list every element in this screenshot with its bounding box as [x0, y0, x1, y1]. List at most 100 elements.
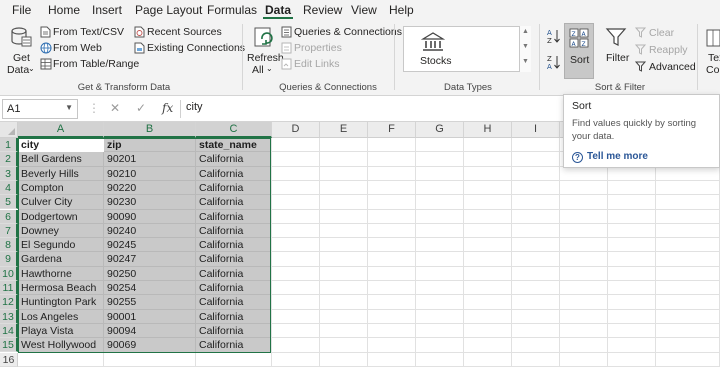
- data-cell[interactable]: Hermosa Beach: [21, 281, 96, 295]
- data-cell[interactable]: California: [199, 310, 243, 324]
- data-cell[interactable]: 90255: [107, 295, 136, 309]
- data-cell[interactable]: 90245: [107, 238, 136, 252]
- sort-button[interactable]: Z A A Z Sort: [564, 23, 594, 79]
- row-header[interactable]: 11: [0, 281, 18, 296]
- tab-home[interactable]: Home: [48, 3, 80, 17]
- data-cell[interactable]: California: [199, 252, 243, 266]
- chevron-down-icon[interactable]: ▼: [65, 103, 73, 112]
- data-cell[interactable]: Dodgertown: [21, 210, 78, 224]
- data-cell[interactable]: California: [199, 195, 243, 209]
- data-cell[interactable]: 90250: [107, 267, 136, 281]
- insert-function-icon[interactable]: fx: [162, 101, 173, 115]
- gridline: [607, 138, 608, 367]
- data-cell[interactable]: Hawthorne: [21, 267, 72, 281]
- text-to-columns-icon: [706, 29, 720, 47]
- data-cell[interactable]: California: [199, 210, 243, 224]
- data-cell[interactable]: West Hollywood: [21, 338, 96, 352]
- name-box[interactable]: A1 ▼: [2, 99, 78, 119]
- row-header[interactable]: 15: [0, 338, 18, 353]
- row-header[interactable]: 13: [0, 309, 18, 324]
- row-header[interactable]: 6: [0, 209, 18, 224]
- gallery-scroll[interactable]: ▲ ▼ ▼: [519, 26, 531, 72]
- data-cell[interactable]: 90210: [107, 167, 136, 181]
- row-header[interactable]: 1: [0, 138, 18, 153]
- row-header[interactable]: 4: [0, 180, 18, 196]
- data-cell[interactable]: 90094: [107, 324, 136, 338]
- row-header[interactable]: 5: [0, 195, 18, 210]
- data-cell[interactable]: California: [199, 224, 243, 238]
- data-cell[interactable]: Culver City: [21, 195, 72, 209]
- tab-insert[interactable]: Insert: [92, 3, 122, 17]
- column-header[interactable]: C: [196, 122, 272, 138]
- header-cell[interactable]: zip: [107, 138, 122, 152]
- column-header[interactable]: A: [18, 122, 104, 138]
- tab-review[interactable]: Review: [303, 3, 342, 17]
- data-cell[interactable]: 90247: [107, 252, 136, 266]
- data-cell[interactable]: California: [199, 238, 243, 252]
- name-box-value: A1: [7, 103, 21, 115]
- row-header[interactable]: 16: [0, 352, 18, 367]
- column-header[interactable]: G: [416, 122, 464, 138]
- data-cell[interactable]: 90001: [107, 310, 136, 324]
- header-cell[interactable]: state_name: [199, 138, 257, 152]
- data-cell[interactable]: 90240: [107, 224, 136, 238]
- data-cell[interactable]: Beverly Hills: [21, 167, 79, 181]
- row-header[interactable]: 7: [0, 223, 18, 239]
- row-header[interactable]: 12: [0, 295, 18, 310]
- existing-connections-label: Existing Connections: [147, 42, 246, 54]
- more-icon[interactable]: ▼: [522, 58, 529, 65]
- row-header[interactable]: 8: [0, 238, 18, 253]
- cancel-icon[interactable]: ✕: [110, 101, 120, 115]
- data-cell[interactable]: Compton: [21, 181, 64, 195]
- select-all-corner[interactable]: [0, 122, 18, 138]
- row-header[interactable]: 9: [0, 252, 18, 267]
- tab-file[interactable]: File: [12, 3, 31, 17]
- row-header[interactable]: 3: [0, 166, 18, 181]
- data-cell[interactable]: 90220: [107, 181, 136, 195]
- header-cell[interactable]: city: [21, 138, 39, 152]
- row-header[interactable]: 10: [0, 266, 18, 281]
- formula-input[interactable]: city: [186, 101, 203, 113]
- column-header[interactable]: B: [104, 122, 196, 138]
- chevron-up-icon[interactable]: ▲: [522, 28, 529, 35]
- chevron-down-icon[interactable]: ▼: [522, 43, 529, 50]
- column-header[interactable]: F: [368, 122, 416, 138]
- data-cell[interactable]: Gardena: [21, 252, 62, 266]
- data-cell[interactable]: 90090: [107, 210, 136, 224]
- column-header[interactable]: D: [272, 122, 320, 138]
- data-cell[interactable]: Huntington Park: [21, 295, 96, 309]
- data-types-gallery[interactable]: Stocks: [403, 26, 531, 72]
- data-cell[interactable]: California: [199, 281, 243, 295]
- data-cell[interactable]: El Segundo: [21, 238, 75, 252]
- data-cell[interactable]: California: [199, 295, 243, 309]
- enter-icon[interactable]: ✓: [136, 101, 146, 115]
- data-cell[interactable]: Playa Vista: [21, 324, 73, 338]
- data-cell[interactable]: 90201: [107, 152, 136, 166]
- data-cell[interactable]: Downey: [21, 224, 59, 238]
- data-cell[interactable]: 90069: [107, 338, 136, 352]
- column-header[interactable]: H: [464, 122, 512, 138]
- data-cell[interactable]: California: [199, 152, 243, 166]
- data-cell[interactable]: California: [199, 324, 243, 338]
- data-cell[interactable]: 90230: [107, 195, 136, 209]
- row-header[interactable]: 2: [0, 152, 18, 167]
- data-cell[interactable]: Los Angeles: [21, 310, 78, 324]
- from-table-range-label: From Table/Range: [53, 58, 140, 70]
- reapply-icon: [635, 44, 647, 55]
- tab-data[interactable]: Data: [265, 3, 291, 17]
- data-cell[interactable]: California: [199, 181, 243, 195]
- data-cell[interactable]: Bell Gardens: [21, 152, 82, 166]
- tab-page-layout[interactable]: Page Layout: [135, 3, 202, 17]
- data-cell[interactable]: California: [199, 167, 243, 181]
- tab-formulas[interactable]: Formulas: [207, 3, 257, 17]
- column-header[interactable]: E: [320, 122, 368, 138]
- data-cell[interactable]: California: [199, 267, 243, 281]
- tab-help[interactable]: Help: [389, 3, 414, 17]
- column-header[interactable]: I: [512, 122, 560, 138]
- data-cell[interactable]: California: [199, 338, 243, 352]
- row-header[interactable]: 14: [0, 323, 18, 339]
- filter-icon: [605, 28, 627, 46]
- data-cell[interactable]: 90254: [107, 281, 136, 295]
- tell-me-more-link[interactable]: ? Tell me more: [572, 151, 648, 163]
- tab-view[interactable]: View: [351, 3, 377, 17]
